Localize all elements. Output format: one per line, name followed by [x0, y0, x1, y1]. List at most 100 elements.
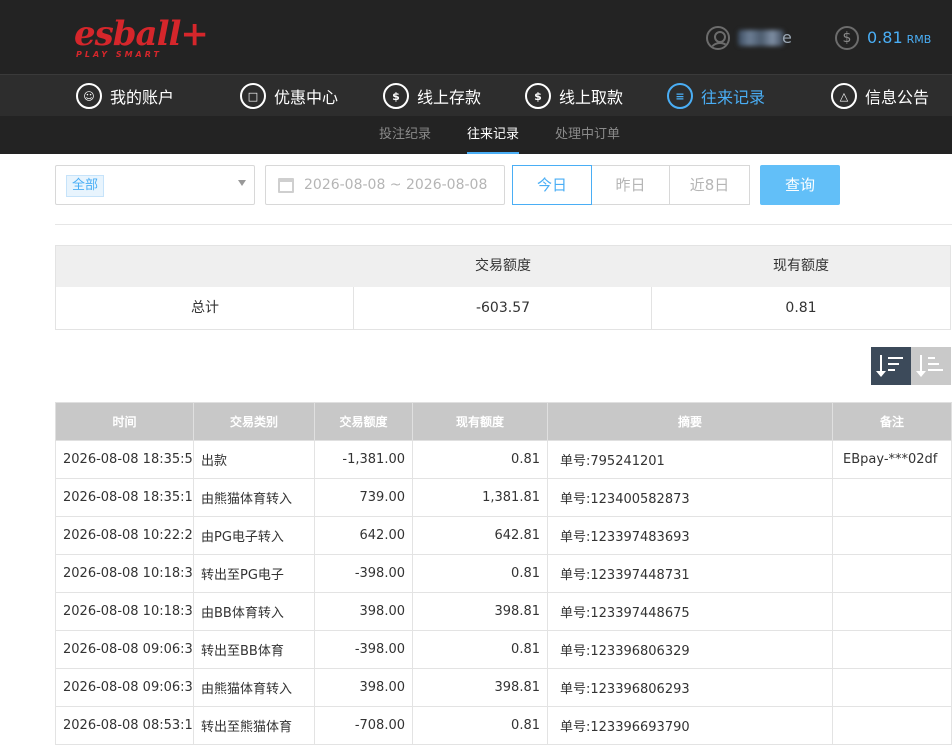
cell-time: 2026-08-08 09:06:30	[55, 668, 194, 707]
col-header-memo[interactable]: 摘要	[547, 402, 833, 441]
summary-table: 交易额度 现有额度 总计 -603.57 0.81	[55, 245, 951, 330]
cell-memo: 单号:123397448731	[547, 554, 833, 593]
nav-item-my-account[interactable]: ☺ 我的账户	[76, 75, 174, 117]
col-header-note[interactable]: 备注	[832, 402, 952, 441]
table-row: 2026-08-08 09:06:30 转出至BB体育 -398.00 0.81…	[55, 630, 952, 669]
table-row: 2026-08-08 10:18:36 由BB体育转入 398.00 398.8…	[55, 592, 952, 631]
cell-time: 2026-08-08 10:22:23	[55, 516, 194, 555]
deposit-icon: $	[383, 83, 409, 109]
table-row: 2026-08-08 10:18:36 转出至PG电子 -398.00 0.81…	[55, 554, 952, 593]
nav-item-records[interactable]: ≡ 往来记录	[667, 75, 765, 117]
sort-descending-icon[interactable]	[871, 347, 911, 385]
col-header-type[interactable]: 交易类别	[193, 402, 315, 441]
summary-col-balance: 现有额度	[773, 258, 829, 274]
username-tail: e	[782, 28, 792, 47]
cell-type: 由熊猫体育转入	[193, 668, 315, 707]
cell-time: 2026-08-08 18:35:10	[55, 478, 194, 517]
col-header-amount[interactable]: 交易额度	[314, 402, 413, 441]
cell-time: 2026-08-08 10:18:36	[55, 554, 194, 593]
cell-note	[832, 554, 952, 593]
logo-text: esball+	[74, 14, 209, 54]
cell-note	[832, 592, 952, 631]
records-icon: ≡	[667, 83, 693, 109]
col-header-time[interactable]: 时间	[55, 402, 194, 441]
cell-type: 由BB体育转入	[193, 592, 315, 631]
nav-item-label: 往来记录	[701, 88, 766, 107]
cell-balance: 0.81	[412, 554, 548, 593]
cell-amount: -708.00	[314, 706, 413, 745]
cell-balance: 398.81	[412, 592, 548, 631]
tab-pending-orders[interactable]: 处理中订单	[555, 116, 620, 154]
nav-item-promotions[interactable]: □ 优惠中心	[240, 75, 338, 117]
last-8-days-button[interactable]: 近8日	[669, 165, 750, 205]
cell-type: 转出至BB体育	[193, 630, 315, 669]
cell-note	[832, 478, 952, 517]
tab-transaction-records[interactable]: 往来记录	[467, 116, 520, 154]
top-bar: esball+ PLAY SMART e $ 0.81 RMB	[0, 0, 952, 74]
balance-unit: RMB	[906, 33, 932, 46]
divider	[353, 287, 354, 329]
nav-item-label: 优惠中心	[274, 88, 339, 107]
nav-item-label: 线上存款	[417, 88, 482, 107]
chevron-down-icon	[238, 180, 246, 186]
yesterday-button[interactable]: 昨日	[591, 165, 670, 205]
cell-balance: 398.81	[412, 668, 548, 707]
balance-value: 0.81	[867, 28, 903, 47]
summary-row-label: 总计	[191, 300, 219, 316]
nav-item-deposit[interactable]: $ 线上存款	[383, 75, 481, 117]
cell-amount: -398.00	[314, 554, 413, 593]
cell-balance: 1,381.81	[412, 478, 548, 517]
date-range-value: 2026-08-08 ~ 2026-08-08	[304, 177, 488, 193]
table-row: 2026-08-08 18:35:10 由熊猫体育转入 739.00 1,381…	[55, 478, 952, 517]
tab-bet-records[interactable]: 投注纪录	[379, 116, 431, 154]
search-button[interactable]: 查询	[760, 165, 840, 205]
nav-item-withdraw[interactable]: $ 线上取款	[525, 75, 623, 117]
type-filter-select[interactable]: 全部	[55, 165, 255, 205]
cell-amount: 739.00	[314, 478, 413, 517]
summary-header: 交易额度 现有额度	[56, 246, 950, 287]
cell-amount: 642.00	[314, 516, 413, 555]
logo-tagline: PLAY SMART	[76, 50, 162, 59]
summary-row: 总计 -603.57 0.81	[56, 287, 950, 329]
user-circle-icon[interactable]	[706, 26, 730, 50]
sort-ascending-icon[interactable]	[911, 347, 951, 385]
cell-time: 2026-08-08 10:18:36	[55, 592, 194, 631]
cell-memo: 单号:123400582873	[547, 478, 833, 517]
cell-memo: 单号:123397448675	[547, 592, 833, 631]
cell-type: 出款	[193, 440, 315, 479]
col-header-balance[interactable]: 现有额度	[412, 402, 548, 441]
username-redacted	[738, 30, 784, 46]
nav-item-label: 信息公告	[865, 88, 930, 107]
table-row: 2026-08-08 10:22:23 由PG电子转入 642.00 642.8…	[55, 516, 952, 555]
username[interactable]: e	[738, 27, 792, 49]
today-button[interactable]: 今日	[512, 165, 592, 205]
sub-nav: 投注纪录 往来记录 处理中订单	[0, 116, 952, 154]
cell-memo: 单号:795241201	[547, 440, 833, 479]
cell-note: EBpay-***02df	[832, 440, 952, 479]
cell-note	[832, 668, 952, 707]
cell-balance: 0.81	[412, 440, 548, 479]
cell-balance: 0.81	[412, 630, 548, 669]
cell-amount: 398.00	[314, 592, 413, 631]
date-range-picker[interactable]: 2026-08-08 ~ 2026-08-08	[265, 165, 505, 205]
cell-time: 2026-08-08 09:06:30	[55, 630, 194, 669]
records-content: 全部 2026-08-08 ~ 2026-08-08 今日 昨日 近8日 查询 …	[0, 154, 952, 745]
table-row: 2026-08-08 08:53:10 转出至熊猫体育 -708.00 0.81…	[55, 706, 952, 745]
cell-amount: -398.00	[314, 630, 413, 669]
gift-icon: □	[240, 83, 266, 109]
cell-note	[832, 516, 952, 555]
cell-time: 2026-08-08 08:53:10	[55, 706, 194, 745]
type-filter-selected-tag[interactable]: 全部	[66, 175, 105, 197]
cell-time: 2026-08-08 18:35:56	[55, 440, 194, 479]
divider	[651, 287, 652, 329]
brand-logo[interactable]: esball+ PLAY SMART	[74, 14, 209, 62]
dollar-coin-icon: $	[835, 26, 859, 50]
cell-type: 转出至熊猫体育	[193, 706, 315, 745]
table-row: 2026-08-08 09:06:30 由熊猫体育转入 398.00 398.8…	[55, 668, 952, 707]
cell-note	[832, 706, 952, 745]
summary-total-amount: -603.57	[475, 300, 531, 316]
divider	[55, 224, 952, 225]
cell-balance: 642.81	[412, 516, 548, 555]
cell-amount: -1,381.00	[314, 440, 413, 479]
nav-item-announcements[interactable]: △ 信息公告	[831, 75, 929, 117]
